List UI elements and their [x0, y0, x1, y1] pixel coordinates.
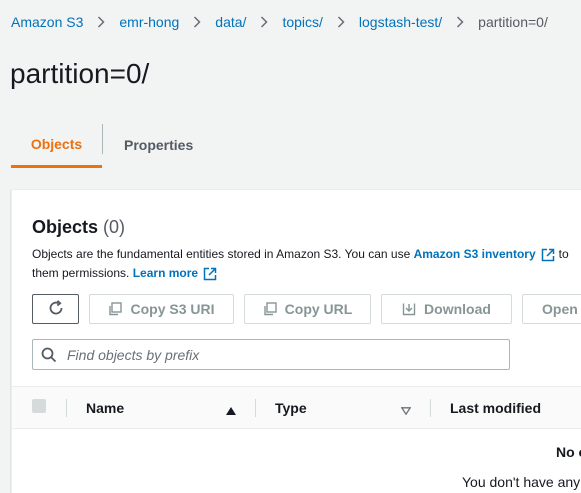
sort-ascending-icon[interactable]	[226, 402, 236, 420]
chevron-right-icon	[179, 16, 215, 28]
tab-bar: Objects Properties	[11, 122, 581, 168]
objects-toolbar: Copy S3 URI Copy URL Download Open	[32, 294, 581, 324]
chevron-right-icon	[442, 16, 478, 28]
copy-s3-uri-label: Copy S3 URI	[130, 301, 215, 317]
tab-objects[interactable]: Objects	[11, 122, 102, 168]
panel-description: Objects are the fundamental entities sto…	[32, 245, 581, 283]
breadcrumb-link-amazon-s3[interactable]: Amazon S3	[11, 14, 83, 30]
search-field[interactable]	[32, 339, 510, 370]
download-icon	[402, 302, 416, 316]
learn-more-link[interactable]: Learn more	[133, 264, 198, 283]
copy-icon	[108, 302, 123, 316]
empty-state-title: No o	[556, 444, 581, 460]
external-link-icon[interactable]	[203, 267, 217, 281]
column-header-name[interactable]: Name	[86, 387, 124, 428]
copy-url-label: Copy URL	[284, 301, 353, 317]
select-all-checkbox[interactable]	[32, 399, 46, 413]
open-label: Open	[542, 301, 578, 317]
panel-title: Objects	[32, 217, 99, 237]
column-header-type[interactable]: Type	[275, 387, 307, 428]
column-divider	[255, 399, 256, 417]
refresh-icon	[47, 299, 65, 320]
tab-properties[interactable]: Properties	[103, 122, 193, 168]
description-text-line2: them permissions.	[32, 266, 130, 280]
chevron-right-icon	[83, 16, 119, 28]
copy-url-button[interactable]: Copy URL	[244, 294, 371, 324]
breadcrumb: Amazon S3 emr-hong data/ topics/ logstas…	[11, 14, 548, 30]
breadcrumb-link-data[interactable]: data/	[215, 14, 246, 30]
copy-s3-uri-button[interactable]: Copy S3 URI	[89, 294, 234, 324]
column-header-last-modified[interactable]: Last modified	[450, 387, 541, 428]
sort-descending-icon[interactable]	[400, 402, 412, 420]
column-divider	[430, 399, 431, 417]
breadcrumb-current: partition=0/	[478, 14, 548, 30]
external-link-icon[interactable]	[541, 248, 555, 262]
search-input[interactable]	[67, 346, 487, 363]
search-icon	[41, 347, 57, 363]
breadcrumb-link-logstash-test[interactable]: logstash-test/	[359, 14, 442, 30]
download-button[interactable]: Download	[381, 294, 512, 324]
s3-inventory-link[interactable]: Amazon S3 inventory	[414, 245, 536, 264]
page-title: partition=0/	[10, 58, 150, 89]
refresh-button[interactable]	[32, 294, 79, 324]
description-text-continued: to	[558, 247, 569, 261]
panel-header: Objects (0)	[32, 217, 125, 238]
download-label: Download	[424, 301, 491, 317]
column-divider	[66, 399, 67, 417]
object-count: (0)	[103, 217, 126, 237]
description-text: Objects are the fundamental entities sto…	[32, 247, 411, 261]
empty-state-text: You don't have any	[462, 474, 581, 490]
open-button[interactable]: Open	[522, 294, 581, 324]
objects-panel: Objects (0) Objects are the fundamental …	[11, 189, 581, 493]
copy-icon	[263, 302, 277, 316]
breadcrumb-link-bucket[interactable]: emr-hong	[119, 14, 179, 30]
chevron-right-icon	[323, 16, 359, 28]
table-header: Name Type Last modified	[12, 386, 581, 429]
chevron-right-icon	[246, 16, 282, 28]
breadcrumb-link-topics[interactable]: topics/	[282, 14, 322, 30]
